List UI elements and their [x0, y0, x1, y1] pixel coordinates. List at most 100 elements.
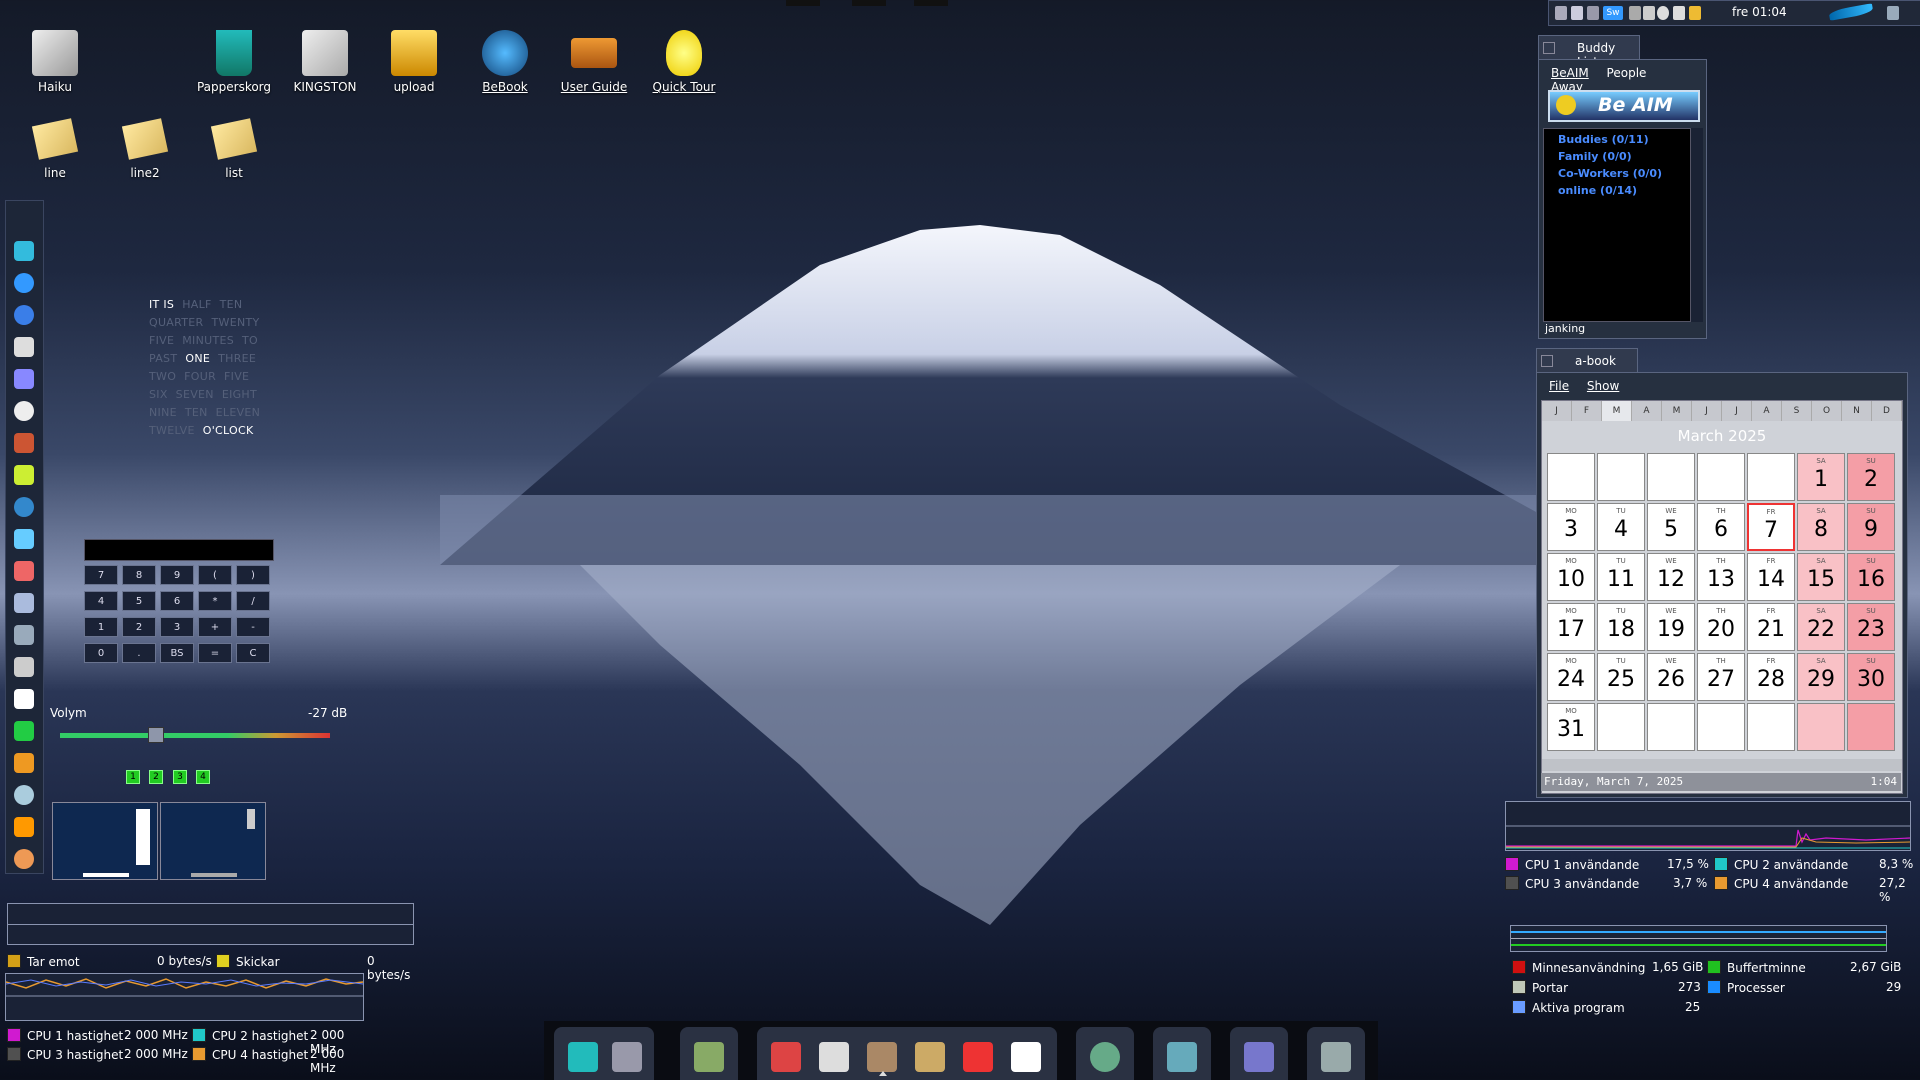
people-icon[interactable]: [915, 1042, 945, 1072]
vlc-icon[interactable]: [14, 817, 34, 837]
calendar-day[interactable]: MO 3: [1547, 503, 1595, 551]
calendar-empty-cell[interactable]: [1597, 703, 1645, 751]
script-icon[interactable]: [14, 625, 34, 645]
workspaces-icon[interactable]: [1643, 6, 1655, 20]
deskbar-menu-icon[interactable]: [1887, 6, 1899, 20]
desktop-icon-bebook[interactable]: BeBook: [465, 30, 545, 94]
calendar-day[interactable]: SA 29: [1797, 653, 1845, 701]
calendar-day[interactable]: SU 2: [1847, 453, 1895, 501]
installer-icon[interactable]: [819, 1042, 849, 1072]
calculator-key[interactable]: 1: [84, 617, 118, 637]
calculator-key[interactable]: 6: [160, 591, 194, 611]
calendar-day[interactable]: MO 17: [1547, 603, 1595, 651]
calendar-day[interactable]: MO 24: [1547, 653, 1595, 701]
calendar-day[interactable]: TU 11: [1597, 553, 1645, 601]
calendar-day[interactable]: SA 8: [1797, 503, 1845, 551]
calendar-day[interactable]: SU 30: [1847, 653, 1895, 701]
trash-icon[interactable]: [568, 1042, 598, 1072]
calendar-empty-cell[interactable]: [1847, 703, 1895, 751]
play-icon[interactable]: [14, 721, 34, 741]
calendar-day[interactable]: WE 26: [1647, 653, 1695, 701]
calculator-key[interactable]: /: [236, 591, 270, 611]
media-icon[interactable]: [1571, 6, 1583, 20]
workspace-button-2[interactable]: 2: [149, 770, 163, 784]
desktop-icon-line2[interactable]: line2: [105, 118, 185, 180]
disk-icon[interactable]: [612, 1042, 642, 1072]
calendar-empty-cell[interactable]: [1797, 703, 1845, 751]
calendar-empty-cell[interactable]: [1747, 703, 1795, 751]
calendar-day[interactable]: TU 4: [1597, 503, 1645, 551]
browser-icon[interactable]: [14, 305, 34, 325]
month-button[interactable]: J: [1542, 401, 1572, 421]
files-icon[interactable]: [14, 657, 34, 677]
calendar-day[interactable]: MO 31: [1547, 703, 1595, 751]
close-box-icon[interactable]: [1543, 42, 1555, 54]
calendar-day[interactable]: SU 23: [1847, 603, 1895, 651]
calendar-day[interactable]: FR 28: [1747, 653, 1795, 701]
month-button[interactable]: O: [1812, 401, 1842, 421]
calendar-day[interactable]: TH 13: [1697, 553, 1745, 601]
desktop-icon-quick-tour[interactable]: Quick Tour: [644, 30, 724, 94]
pacman-icon[interactable]: [14, 401, 34, 421]
month-button[interactable]: N: [1842, 401, 1872, 421]
calendar-day[interactable]: TU 18: [1597, 603, 1645, 651]
cloud-icon[interactable]: [14, 241, 34, 261]
package-icon[interactable]: [771, 1042, 801, 1072]
calendar-empty-cell[interactable]: [1647, 453, 1695, 501]
people-icon[interactable]: [1689, 6, 1701, 20]
tools-icon[interactable]: [1587, 6, 1599, 20]
calculator-key[interactable]: (: [198, 565, 232, 585]
calculator-key[interactable]: 2: [122, 617, 156, 637]
chat-icon[interactable]: [14, 369, 34, 389]
month-button[interactable]: A: [1632, 401, 1662, 421]
printer-icon[interactable]: [14, 593, 34, 613]
month-button[interactable]: M: [1602, 401, 1632, 421]
calculator-key[interactable]: 5: [122, 591, 156, 611]
month-button[interactable]: A: [1752, 401, 1782, 421]
group-family[interactable]: Family (0/0): [1558, 148, 1690, 165]
replicant-handle[interactable]: [786, 0, 820, 6]
calendar-day[interactable]: TU 25: [1597, 653, 1645, 701]
calendar-empty-cell[interactable]: [1547, 453, 1595, 501]
calendar-empty-cell[interactable]: [1597, 453, 1645, 501]
calculator-key[interactable]: 3: [160, 617, 194, 637]
desktop-icon-user-guide[interactable]: User Guide: [554, 30, 634, 94]
calculator-key[interactable]: +: [198, 617, 232, 637]
desktop-icon-kingston[interactable]: KINGSTON: [285, 30, 365, 94]
menu-people[interactable]: People: [1607, 66, 1647, 80]
map-icon[interactable]: [1167, 1042, 1197, 1072]
package-icon[interactable]: [14, 465, 34, 485]
clock-icon[interactable]: [1011, 1042, 1041, 1072]
shell-icon[interactable]: [14, 849, 34, 869]
calculator-key[interactable]: BS: [160, 643, 194, 663]
calendar-day[interactable]: TH 6: [1697, 503, 1745, 551]
plant-icon[interactable]: [694, 1042, 724, 1072]
group-buddies[interactable]: Buddies (0/11): [1558, 131, 1690, 148]
calendar-day[interactable]: SU 16: [1847, 553, 1895, 601]
workspace-preview-2[interactable]: [160, 802, 266, 880]
month-button[interactable]: S: [1782, 401, 1812, 421]
buddy-scrollbar[interactable]: [1691, 128, 1703, 322]
search-icon[interactable]: [1657, 6, 1669, 20]
calculator-key[interactable]: .: [122, 643, 156, 663]
volume-knob[interactable]: [147, 727, 164, 743]
calendar-day[interactable]: SU 9: [1847, 503, 1895, 551]
calendar-day[interactable]: MO 10: [1547, 553, 1595, 601]
buddy-list-tab[interactable]: Buddy List: [1538, 35, 1640, 69]
month-button[interactable]: F: [1572, 401, 1602, 421]
calculator-key[interactable]: C: [236, 643, 270, 663]
calendar-day[interactable]: WE 5: [1647, 503, 1695, 551]
calculator-key[interactable]: =: [198, 643, 232, 663]
calendar-empty-cell[interactable]: [1697, 703, 1745, 751]
tools-icon[interactable]: [14, 433, 34, 453]
network-icon[interactable]: [14, 497, 34, 517]
cube-icon[interactable]: [14, 529, 34, 549]
group-coworkers[interactable]: Co-Workers (0/0): [1558, 165, 1690, 182]
rocket-icon[interactable]: [963, 1042, 993, 1072]
workspace-button-1[interactable]: 1: [126, 770, 140, 784]
calendar-empty-cell[interactable]: [1647, 703, 1695, 751]
calculator-key[interactable]: 0: [84, 643, 118, 663]
calendar-day[interactable]: FR 14: [1747, 553, 1795, 601]
desktop-icon-list[interactable]: list: [194, 118, 274, 180]
paint-icon[interactable]: [14, 753, 34, 773]
